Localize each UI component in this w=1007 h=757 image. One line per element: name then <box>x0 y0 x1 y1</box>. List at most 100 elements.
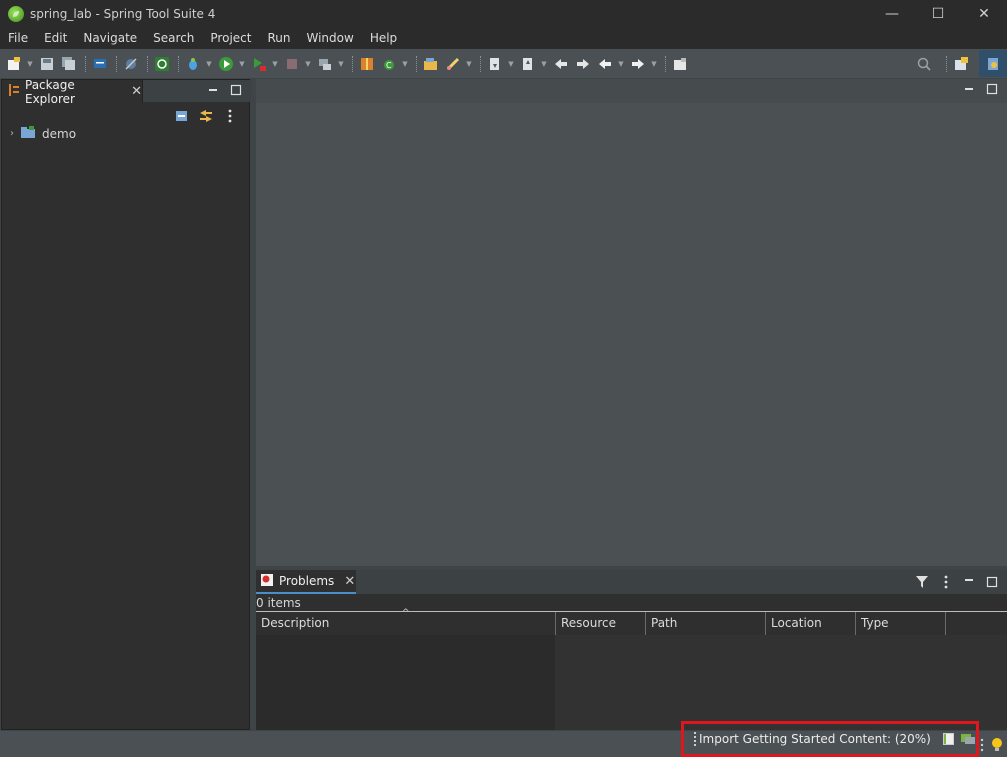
menu-run[interactable]: Run <box>259 27 298 49</box>
package-explorer-icon <box>8 83 20 100</box>
minimize-view-icon[interactable] <box>206 83 220 97</box>
tree-item-label: demo <box>42 126 77 141</box>
toolbar-separator <box>116 55 117 72</box>
save-all-icon[interactable] <box>59 54 79 74</box>
job-progress-text: Import Getting Started Content: (20%) <box>699 732 931 746</box>
progress-view-icon[interactable] <box>960 732 976 746</box>
menu-help[interactable]: Help <box>362 27 405 49</box>
minimize-button[interactable]: — <box>869 0 915 27</box>
previous-annotation-dropdown-arrow-icon[interactable]: ▼ <box>540 54 548 74</box>
problems-table-body <box>256 635 1007 730</box>
description-column-body <box>256 635 555 730</box>
problems-tab-label: Problems <box>279 574 335 588</box>
debug-icon[interactable] <box>183 54 203 74</box>
window-title: spring_lab - Spring Tool Suite 4 <box>30 6 216 21</box>
menu-file[interactable]: File <box>0 27 36 49</box>
debug-dropdown-arrow-icon[interactable]: ▼ <box>205 54 213 74</box>
toolbar-separator <box>147 55 148 72</box>
link-with-editor-icon[interactable] <box>195 106 217 126</box>
title-bar: spring_lab - Spring Tool Suite 4 — ☐ ✕ <box>0 0 1007 27</box>
forward-dropdown-arrow-icon[interactable]: ▼ <box>650 54 658 74</box>
toolbar-separator <box>178 55 179 72</box>
stop-icon[interactable] <box>282 54 302 74</box>
column-type[interactable]: Type <box>856 612 946 635</box>
toolbar-separator <box>480 55 481 72</box>
filter-icon[interactable] <box>915 575 929 589</box>
toolbar-separator <box>85 55 86 72</box>
problems-panel: Problems ✕ 0 items Description Resource … <box>256 570 1007 730</box>
menu-window[interactable]: Window <box>298 27 361 49</box>
column-resource[interactable]: Resource <box>556 612 646 635</box>
toolbar-separator <box>665 55 666 72</box>
run-icon[interactable] <box>216 54 236 74</box>
minimize-view-icon[interactable] <box>962 573 976 587</box>
minimize-editor-icon[interactable] <box>962 82 976 96</box>
open-type-icon[interactable] <box>421 54 441 74</box>
terminal-icon[interactable] <box>90 54 110 74</box>
new-class-icon[interactable]: C <box>379 54 399 74</box>
task-dropdown-arrow-icon[interactable]: ▼ <box>465 54 473 74</box>
menu-navigate[interactable]: Navigate <box>75 27 145 49</box>
problems-tabbar: Problems ✕ <box>256 570 1007 594</box>
pin-editor-icon[interactable] <box>670 54 690 74</box>
package-explorer-panel: Package Explorer ✕ › demo <box>1 77 251 730</box>
new-class-dropdown-arrow-icon[interactable]: ▼ <box>401 54 409 74</box>
background-job-status[interactable]: Import Getting Started Content: (20%) <box>681 721 979 757</box>
collapse-all-icon[interactable] <box>171 106 193 126</box>
new-icon[interactable] <box>4 54 24 74</box>
tree-item[interactable]: › demo <box>10 125 76 142</box>
stop-dropdown-arrow-icon[interactable]: ▼ <box>304 54 312 74</box>
back-icon[interactable] <box>595 54 615 74</box>
close-icon[interactable]: ✕ <box>344 574 355 589</box>
save-icon[interactable] <box>37 54 57 74</box>
maximize-view-icon[interactable] <box>985 575 999 589</box>
next-annotation-dropdown-arrow-icon[interactable]: ▼ <box>507 54 515 74</box>
status-separator <box>694 732 696 746</box>
next-annotation-icon[interactable] <box>485 54 505 74</box>
toolbar-separator <box>946 55 947 72</box>
forward-edit-icon[interactable] <box>573 54 593 74</box>
back-dropdown-arrow-icon[interactable]: ▼ <box>617 54 625 74</box>
menu-project[interactable]: Project <box>202 27 259 49</box>
menu-edit[interactable]: Edit <box>36 27 75 49</box>
menu-search[interactable]: Search <box>145 27 202 49</box>
search-icon[interactable] <box>914 54 934 74</box>
last-edit-location-icon[interactable] <box>551 54 571 74</box>
view-menu-icon[interactable] <box>939 575 953 589</box>
new-dropdown-arrow-icon[interactable]: ▼ <box>26 54 34 74</box>
external-tool-dropdown-arrow-icon[interactable]: ▼ <box>271 54 279 74</box>
maximize-editor-icon[interactable] <box>985 82 999 96</box>
maximize-view-icon[interactable] <box>229 83 243 97</box>
package-explorer-toolbar <box>171 106 243 126</box>
open-perspective-icon[interactable] <box>951 54 971 74</box>
column-path[interactable]: Path <box>646 612 766 635</box>
open-task-icon[interactable] <box>443 54 463 74</box>
tab-package-explorer[interactable]: Package Explorer ✕ <box>2 77 143 106</box>
editor-tabbar <box>256 79 1007 103</box>
maximize-button[interactable]: ☐ <box>915 0 961 27</box>
close-button[interactable]: ✕ <box>961 0 1007 27</box>
previous-annotation-icon[interactable] <box>518 54 538 74</box>
tab-problems[interactable]: Problems ✕ <box>256 570 356 594</box>
status-trim-handle-icon[interactable] <box>979 738 985 752</box>
chevron-right-icon[interactable]: › <box>10 128 20 139</box>
run-dropdown-arrow-icon[interactable]: ▼ <box>238 54 246 74</box>
forward-icon[interactable] <box>628 54 648 74</box>
view-menu-icon[interactable] <box>219 106 241 126</box>
problems-item-count: 0 items <box>256 596 301 610</box>
status-bar: Import Getting Started Content: (20%) <box>0 721 1007 757</box>
run-external-tool-icon[interactable] <box>249 54 269 74</box>
boot-dashboard-icon[interactable] <box>152 54 172 74</box>
new-spring-project-icon[interactable] <box>357 54 377 74</box>
problems-icon <box>260 573 274 590</box>
package-explorer-tab-label: Package Explorer <box>25 77 75 106</box>
lightbulb-icon[interactable] <box>991 737 1003 753</box>
skip-breakpoints-icon[interactable] <box>121 54 141 74</box>
column-location[interactable]: Location <box>766 612 856 635</box>
relaunch-icon[interactable] <box>315 54 335 74</box>
relaunch-dropdown-arrow-icon[interactable]: ▼ <box>337 54 345 74</box>
spring-perspective-icon[interactable] <box>979 50 1007 77</box>
close-icon[interactable]: ✕ <box>131 84 142 99</box>
main-toolbar: ▼ ▼ ▼ ▼ ▼ ▼ C ▼ ▼ ▼ ▼ ▼ ▼ <box>0 49 1007 78</box>
sort-ascending-icon: ^ <box>402 608 410 618</box>
